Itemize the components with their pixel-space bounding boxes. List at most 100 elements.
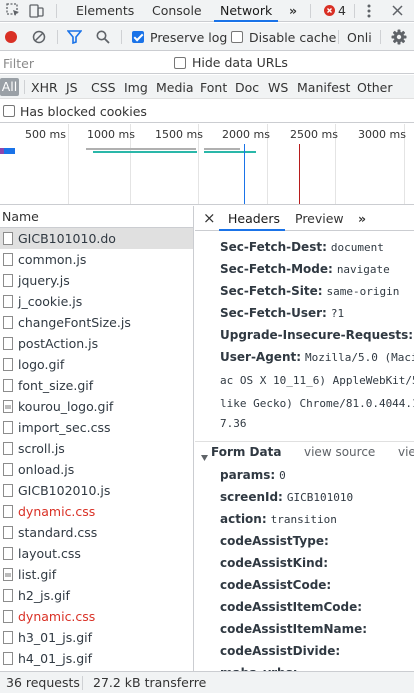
hide-data-urls-label[interactable]: Hide data URLs [192, 55, 288, 70]
document-file-icon [3, 274, 13, 287]
type-img[interactable]: Img [124, 80, 148, 95]
hide-data-urls-checkbox[interactable] [174, 57, 186, 69]
more-detail-tabs-button[interactable]: » [358, 211, 366, 226]
name-column-header[interactable]: Name [0, 206, 193, 228]
form-field-name: codeAssistDivide: [220, 644, 341, 658]
filter-icon[interactable] [66, 30, 83, 45]
has-blocked-cookies-label[interactable]: Has blocked cookies [20, 104, 147, 119]
request-detail-pane: × Headers Preview » Sec-Fetch-Dest: docum… [195, 206, 414, 671]
request-row[interactable]: GICB102010.js [0, 480, 193, 501]
request-row[interactable]: postAction.js [0, 333, 193, 354]
dom-content-loaded-line [244, 144, 245, 204]
filter-placeholder: Filter [3, 56, 34, 71]
type-js[interactable]: JS [66, 80, 78, 95]
request-name: logo.gif [18, 357, 65, 372]
request-row[interactable]: layout.css [0, 543, 193, 564]
type-manifest[interactable]: Manifest [297, 80, 350, 95]
view-source-link[interactable]: view source [304, 445, 375, 459]
request-row[interactable]: dynamic.css [0, 501, 193, 522]
form-field-value: 0 [279, 469, 286, 482]
triangle-down-icon[interactable] [201, 450, 208, 461]
form-field: codeAssistType: [220, 534, 333, 548]
request-row[interactable]: kourou_logo.gif [0, 396, 193, 417]
type-font[interactable]: Font [200, 80, 227, 95]
waterfall-bar [93, 151, 197, 153]
request-row[interactable]: h3_01_js.gif [0, 627, 193, 648]
more-tabs-button[interactable]: » [289, 0, 297, 22]
close-devtools-icon[interactable] [392, 5, 403, 16]
tab-preview[interactable]: Preview [295, 211, 344, 226]
error-badge-icon[interactable] [324, 5, 335, 16]
type-other[interactable]: Other [357, 80, 393, 95]
request-row[interactable]: j_cookie.js [0, 291, 193, 312]
document-file-icon [3, 421, 13, 434]
clear-icon[interactable] [32, 30, 46, 44]
form-field: codeAssistCode: [220, 578, 335, 592]
view-url-encoded-link[interactable]: vie [398, 445, 414, 459]
request-row[interactable]: standard.css [0, 522, 193, 543]
tab-console[interactable]: Console [152, 0, 202, 22]
request-row[interactable]: common.js [0, 249, 193, 270]
type-ws[interactable]: WS [268, 80, 288, 95]
disable-cache-label[interactable]: Disable cache [249, 30, 336, 45]
device-toolbar-icon[interactable] [29, 3, 45, 18]
header-value-wrap: like Gecko) Chrome/81.0.4044.1 [220, 397, 414, 410]
header-value-wrap: 7.36 [220, 417, 247, 430]
detail-tabs: × Headers Preview » [195, 206, 414, 231]
request-row[interactable]: onload.js [0, 459, 193, 480]
network-toolbar: Preserve log Disable cache Onli [0, 23, 414, 51]
header-name: Sec-Fetch-Site: [220, 284, 323, 298]
request-row[interactable]: logo.gif [0, 354, 193, 375]
request-row[interactable]: h4_01_js.gif [0, 648, 193, 669]
status-bar: 36 requests 27.2 kB transferre [0, 671, 414, 693]
document-file-icon [3, 379, 13, 392]
kebab-menu-icon[interactable] [367, 4, 371, 18]
request-name: h2_js.gif [18, 588, 70, 603]
inspect-element-icon[interactable] [6, 3, 21, 18]
request-row[interactable]: jquery.js [0, 270, 193, 291]
form-data-divider [195, 441, 414, 442]
document-file-icon [3, 589, 13, 602]
close-detail-button[interactable]: × [203, 209, 216, 227]
record-icon[interactable] [4, 30, 18, 44]
has-blocked-cookies-checkbox[interactable] [3, 105, 15, 117]
form-data-title[interactable]: Form Data [211, 445, 281, 459]
header-line: Sec-Fetch-User: ?1 [220, 306, 344, 320]
disable-cache-checkbox[interactable] [231, 31, 243, 43]
search-icon[interactable] [96, 30, 110, 44]
waterfall-bar [204, 151, 256, 153]
tab-headers[interactable]: Headers [228, 211, 280, 226]
preserve-log-label[interactable]: Preserve log [150, 30, 227, 45]
request-row[interactable]: changeFontSize.js [0, 312, 193, 333]
header-name: User-Agent: [220, 350, 302, 364]
form-field-value: transition [270, 513, 337, 526]
form-field-name: action: [220, 512, 267, 526]
gear-icon[interactable] [391, 29, 407, 45]
request-row[interactable]: import_sec.css [0, 417, 193, 438]
request-row[interactable]: font_size.gif [0, 375, 193, 396]
form-field-name: params: [220, 468, 276, 482]
preserve-log-checkbox[interactable] [132, 31, 144, 43]
filter-input[interactable]: Filter [0, 54, 162, 72]
request-row[interactable]: scroll.js [0, 438, 193, 459]
type-css[interactable]: CSS [91, 80, 116, 95]
error-count[interactable]: 4 [338, 0, 346, 22]
request-row[interactable]: dynamic.css [0, 606, 193, 627]
tab-network[interactable]: Network [214, 0, 279, 22]
timeline-tick-label: 2000 ms [222, 128, 270, 141]
header-line: User-Agent: Mozilla/5.0 (Macin [220, 350, 414, 364]
request-row[interactable]: GICB101010.do [0, 228, 193, 249]
type-all[interactable]: All [0, 78, 19, 96]
tab-elements[interactable]: Elements [76, 0, 134, 22]
request-name: GICB102010.js [18, 483, 111, 498]
timeline-overview[interactable]: 500 ms 1000 ms 1500 ms 2000 ms 2500 ms 3… [0, 124, 414, 205]
type-doc[interactable]: Doc [235, 80, 259, 95]
load-event-line [299, 144, 300, 204]
throttling-select[interactable]: Onli [347, 30, 372, 45]
form-field-value: GICB101010 [286, 491, 354, 504]
type-xhr[interactable]: XHR [31, 80, 58, 95]
header-name: Sec-Fetch-User: [220, 306, 327, 320]
type-media[interactable]: Media [156, 80, 194, 95]
request-row[interactable]: h2_js.gif [0, 585, 193, 606]
request-row[interactable]: list.gif [0, 564, 193, 585]
